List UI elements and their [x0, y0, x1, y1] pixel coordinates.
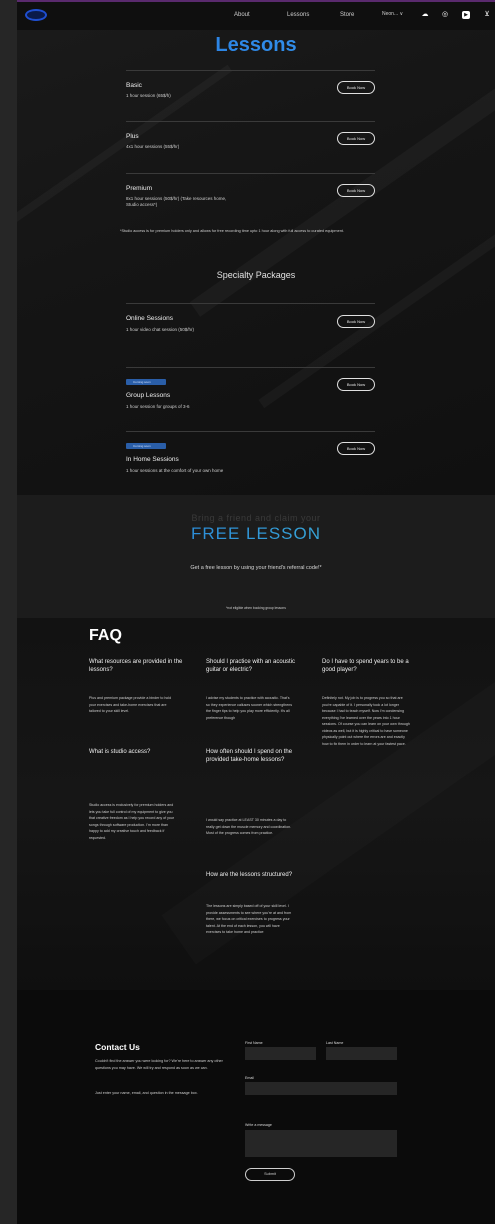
nav-lessons[interactable]: Lessons [287, 12, 309, 18]
instagram-icon[interactable]: ◎ [441, 11, 449, 19]
lessons-title: Lessons [17, 34, 495, 57]
referral-section: Bring a friend and claim your FREE LESSO… [17, 495, 495, 618]
package-plus: Plus 4x1 hour sessions (55$/hr) Book Now [126, 121, 375, 171]
contact-section: Contact Us Couldn't find the answer you … [17, 990, 495, 1224]
submit-button[interactable]: Submit [245, 1168, 295, 1181]
coming-soon-badge: Coming soon [126, 379, 166, 385]
contact-title: Contact Us [95, 1042, 140, 1052]
package-desc: 1 hour sessions at the comfort of your o… [126, 468, 224, 473]
package-basic: Basic 1 hour session (65$/h) Book Now [126, 70, 375, 120]
package-name: In Home Sessions [126, 456, 179, 463]
faq-answer: The lessons are simply based off of your… [206, 904, 292, 934]
email-label: Email [245, 1076, 254, 1080]
book-now-button[interactable]: Book Now [337, 315, 375, 328]
first-name-field[interactable] [245, 1047, 316, 1060]
contact-text: Just enter your name, email, and questio… [95, 1091, 198, 1095]
site-logo[interactable] [25, 9, 47, 21]
referral-heading: FREE LESSON [17, 524, 495, 544]
book-now-button[interactable]: Book Now [337, 132, 375, 145]
package-name: Group Lessons [126, 392, 171, 399]
package-name: Basic [126, 82, 142, 89]
message-label: Write a message [245, 1123, 272, 1127]
site-header: About Lessons Store Neon... ∨ ☁ ◎ ▶ ⊻ [17, 2, 495, 30]
youtube-icon[interactable]: ▶ [462, 11, 470, 19]
package-desc: 1 hour session for groups of 3-6 [126, 404, 190, 409]
faq-answer: Studio access is exclusively for premium… [89, 803, 175, 840]
faq-question: How are the lessons structured? [206, 872, 293, 878]
first-name-label: First Name [245, 1041, 263, 1045]
faq-answer: I advise my students to practice with ac… [206, 696, 293, 720]
last-name-field[interactable] [326, 1047, 397, 1060]
faq-answer: I would say practice at LEAST 30 minutes… [206, 818, 292, 835]
package-group: Coming soon Group Lessons 1 hour session… [126, 367, 375, 429]
studio-access-note: *Studio access is for premium holders on… [120, 229, 344, 233]
cart-icon[interactable]: ⊻ [483, 11, 491, 19]
package-premium: Premium 8x1 hour sessions (50$/hr) (Take… [126, 173, 375, 223]
book-now-button[interactable]: Book Now [337, 81, 375, 94]
soundcloud-icon[interactable]: ☁ [421, 11, 429, 19]
book-now-button[interactable]: Book Now [337, 378, 375, 391]
faq-section: FAQ What resources are provided in the l… [17, 618, 495, 990]
package-desc: 8x1 hour sessions (50$/hr) (Take resourc… [126, 196, 227, 207]
faq-answer: Plus and premium package provide a binde… [89, 696, 172, 713]
book-now-button[interactable]: Book Now [337, 184, 375, 197]
package-in-home: Coming soon In Home Sessions 1 hour sess… [126, 431, 375, 491]
faq-question: What is studio access? [89, 749, 151, 755]
faq-question: Should I practice with an acoustic guita… [206, 659, 296, 673]
message-field[interactable] [245, 1130, 397, 1157]
coming-soon-badge: Coming soon [126, 443, 166, 449]
faq-title: FAQ [89, 627, 122, 644]
nav-about[interactable]: About [234, 12, 250, 18]
package-desc: 4x1 hour sessions (55$/hr) [126, 144, 180, 149]
book-now-button[interactable]: Book Now [337, 442, 375, 455]
package-desc: 1 hour video chat session (50$/hr) [126, 327, 195, 332]
referral-subtitle: Bring a friend and claim your [191, 513, 321, 523]
package-name: Premium [126, 185, 153, 192]
specialty-title: Specialty Packages [216, 270, 296, 280]
nav-dropdown[interactable]: Neon... ∨ [382, 11, 414, 17]
package-name: Online Sessions [126, 315, 173, 322]
referral-text: Get a free lesson by using your friend's… [190, 565, 322, 571]
package-desc: 1 hour session (65$/h) [126, 93, 171, 98]
contact-text: Couldn't find the answer you were lookin… [95, 1059, 223, 1070]
faq-question: How often should I spend on the provided… [206, 749, 293, 763]
last-name-label: Last Name [326, 1041, 344, 1045]
package-name: Plus [126, 133, 139, 140]
referral-fine-print: *not eligible when booking group lessons [226, 606, 286, 610]
package-online: Online Sessions 1 hour video chat sessio… [126, 303, 375, 365]
nav-store[interactable]: Store [340, 12, 354, 18]
faq-question: What resources are provided in the lesso… [89, 659, 183, 673]
lessons-section: Lessons Basic 1 hour session (65$/h) Boo… [17, 30, 495, 495]
page: About Lessons Store Neon... ∨ ☁ ◎ ▶ ⊻ Le… [17, 0, 495, 1224]
faq-question: Do I have to spend years to be a good pl… [322, 659, 409, 673]
email-field[interactable] [245, 1082, 397, 1095]
faq-answer: Definitely not. My job is to progress yo… [322, 696, 410, 746]
